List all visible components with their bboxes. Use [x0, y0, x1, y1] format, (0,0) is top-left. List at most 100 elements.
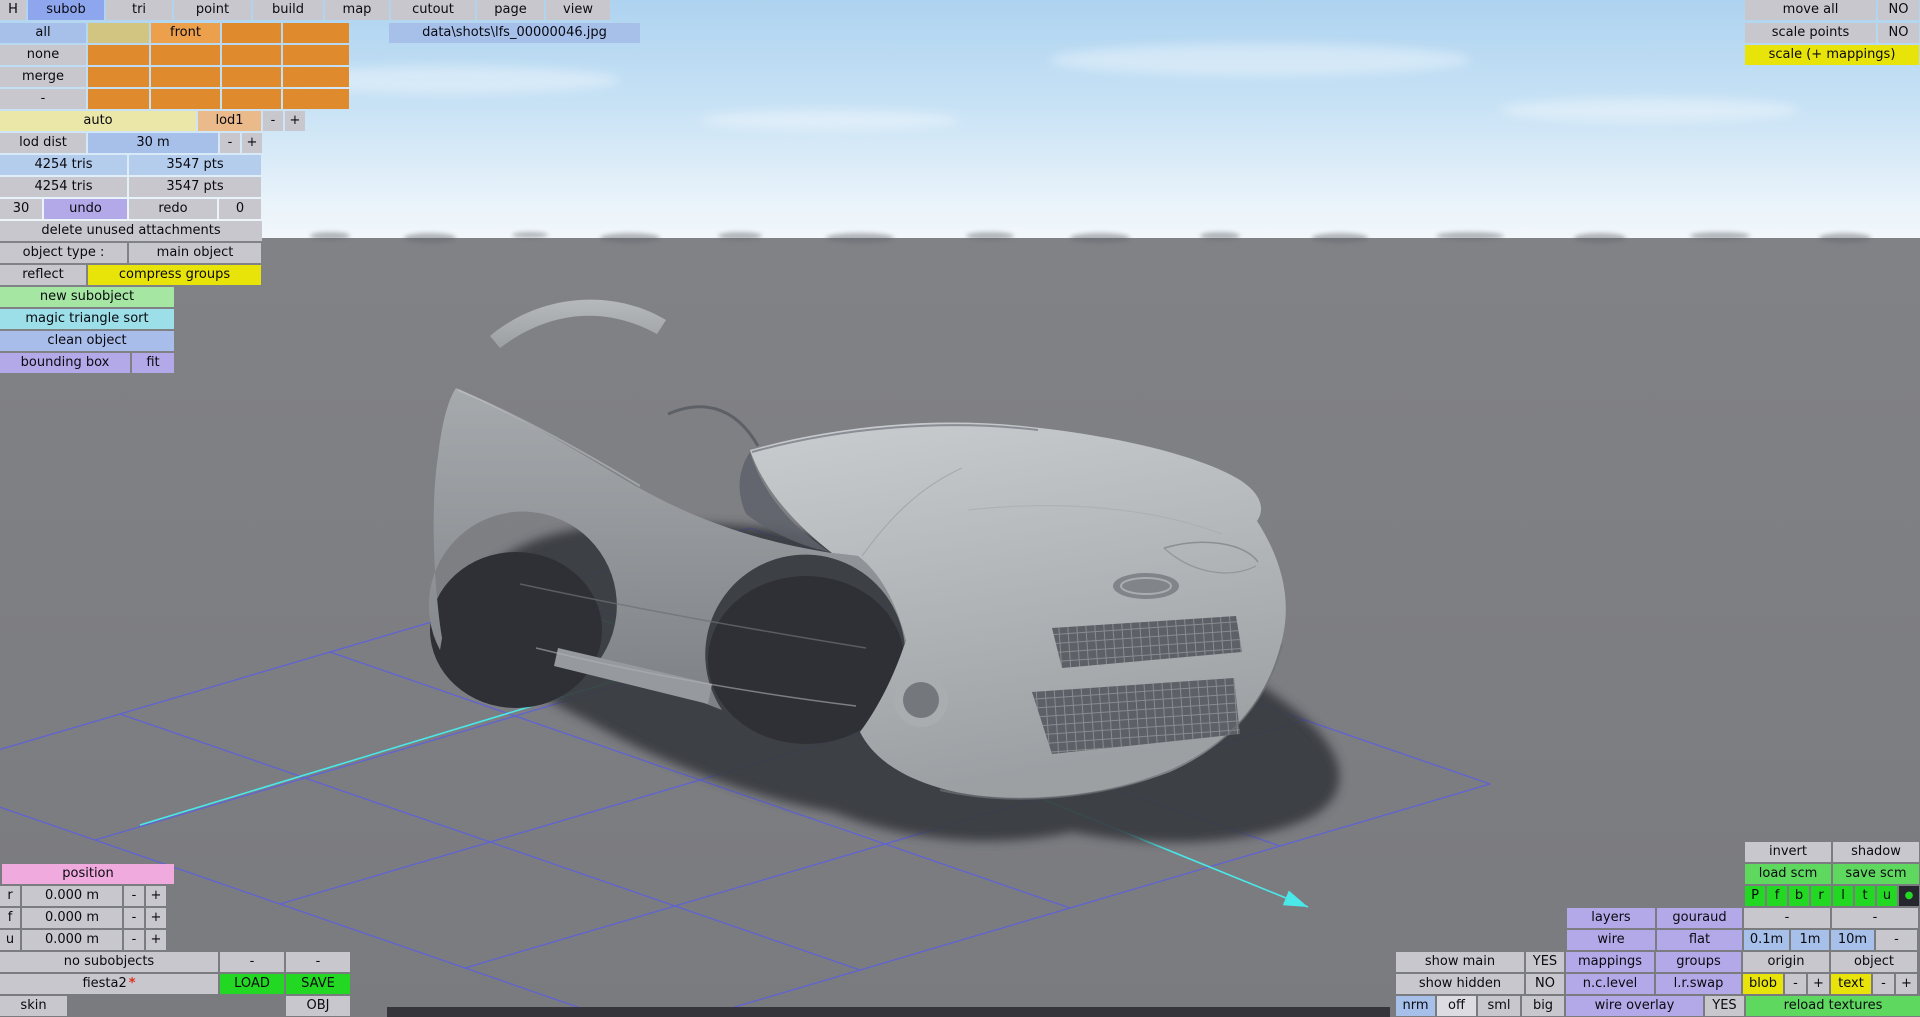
axis-u-minus-button[interactable]: -	[124, 930, 144, 950]
view-front-button[interactable]: f	[1767, 886, 1787, 906]
move-all-value[interactable]: NO	[1878, 0, 1919, 20]
lod-minus-button[interactable]: -	[263, 111, 283, 131]
scale-mappings-button[interactable]: scale (+ mappings)	[1745, 45, 1919, 65]
object-button[interactable]: object	[1831, 952, 1917, 972]
axis-u-plus-button[interactable]: +	[146, 930, 166, 950]
select-none-button[interactable]: none	[0, 45, 86, 65]
view-perspective-button[interactable]: P	[1745, 886, 1765, 906]
move-all-button[interactable]: move all	[1745, 0, 1876, 20]
obj-export-button[interactable]: OBJ	[286, 996, 350, 1016]
view-under-button[interactable]: u	[1877, 886, 1897, 906]
tab-build[interactable]: build	[253, 0, 323, 20]
tab-tri[interactable]: tri	[106, 0, 172, 20]
text-button[interactable]: text	[1831, 974, 1871, 994]
selection-grid-cell[interactable]	[151, 67, 220, 87]
select-all-button[interactable]: all	[0, 23, 86, 43]
blob-minus-button[interactable]: -	[1785, 974, 1806, 994]
tab-view[interactable]: view	[546, 0, 610, 20]
lod-dist-minus-button[interactable]: -	[220, 133, 240, 153]
view-back-button[interactable]: b	[1789, 886, 1809, 906]
redo-button[interactable]: redo	[129, 199, 217, 219]
axis-r-minus-button[interactable]: -	[124, 886, 144, 906]
clean-object-button[interactable]: clean object	[0, 331, 174, 351]
selection-grid-cell[interactable]	[88, 89, 149, 109]
axis-f-plus-button[interactable]: +	[146, 908, 166, 928]
nrm-sml-button[interactable]: sml	[1478, 996, 1520, 1016]
subobject-dash-button[interactable]: -	[220, 952, 284, 972]
nrm-big-button[interactable]: big	[1522, 996, 1564, 1016]
merge-button[interactable]: merge	[0, 67, 86, 87]
invert-button[interactable]: invert	[1745, 842, 1831, 862]
selection-grid-cell[interactable]	[88, 23, 149, 43]
lod1-button[interactable]: lod1	[198, 111, 261, 131]
load-scm-button[interactable]: load scm	[1745, 864, 1831, 884]
grid-01m-button[interactable]: 0.1m	[1744, 930, 1789, 950]
flat-button[interactable]: flat	[1657, 930, 1742, 950]
axis-r-plus-button[interactable]: +	[146, 886, 166, 906]
wire-overlay-button[interactable]: wire overlay	[1566, 996, 1703, 1016]
load-button[interactable]: LOAD	[220, 974, 284, 994]
tab-subob[interactable]: subob	[28, 0, 104, 20]
selection-grid-cell[interactable]	[222, 45, 281, 65]
nrm-button[interactable]: nrm	[1396, 996, 1435, 1016]
lod-plus-button[interactable]: +	[285, 111, 305, 131]
show-main-button[interactable]: show main	[1396, 952, 1524, 972]
selection-grid-cell[interactable]	[222, 67, 281, 87]
text-plus-button[interactable]: +	[1896, 974, 1917, 994]
save-scm-button[interactable]: save scm	[1833, 864, 1919, 884]
show-main-value[interactable]: YES	[1526, 952, 1564, 972]
selection-grid-cell[interactable]	[283, 45, 349, 65]
selection-grid-cell[interactable]	[283, 89, 349, 109]
fit-button[interactable]: fit	[132, 353, 174, 373]
scale-points-button[interactable]: scale points	[1745, 23, 1876, 43]
subobject-dash-button[interactable]: -	[286, 952, 350, 972]
reload-textures-button[interactable]: reload textures	[1746, 996, 1920, 1016]
view-top-button[interactable]: t	[1855, 886, 1875, 906]
nrm-off-button[interactable]: off	[1437, 996, 1476, 1016]
new-subobject-button[interactable]: new subobject	[0, 287, 174, 307]
magic-triangle-sort-button[interactable]: magic triangle sort	[0, 309, 174, 329]
save-button[interactable]: SAVE	[286, 974, 350, 994]
blob-plus-button[interactable]: +	[1808, 974, 1829, 994]
undo-button[interactable]: undo	[44, 199, 127, 219]
mappings-button[interactable]: mappings	[1566, 952, 1654, 972]
axis-u-value[interactable]: 0.000 m	[22, 930, 122, 950]
bounding-box-button[interactable]: bounding box	[0, 353, 130, 373]
compress-groups-button[interactable]: compress groups	[88, 265, 261, 285]
axis-f-value[interactable]: 0.000 m	[22, 908, 122, 928]
nc-level-button[interactable]: n.c.level	[1566, 974, 1654, 994]
reflect-button[interactable]: reflect	[0, 265, 86, 285]
origin-button[interactable]: origin	[1743, 952, 1829, 972]
tab-page[interactable]: page	[477, 0, 544, 20]
dash-button[interactable]: -	[1832, 908, 1918, 928]
axis-f-minus-button[interactable]: -	[124, 908, 144, 928]
lod-dist-value[interactable]: 30 m	[88, 133, 218, 153]
view-dot-button[interactable]: ●	[1899, 886, 1919, 906]
dash-button[interactable]: -	[1744, 908, 1830, 928]
show-hidden-button[interactable]: show hidden	[1396, 974, 1524, 994]
view-right-button[interactable]: r	[1811, 886, 1831, 906]
text-minus-button[interactable]: -	[1873, 974, 1894, 994]
skin-button[interactable]: skin	[0, 996, 67, 1016]
view-left-button[interactable]: l	[1833, 886, 1853, 906]
tab-map[interactable]: map	[325, 0, 389, 20]
tab-cutout[interactable]: cutout	[391, 0, 475, 20]
selection-grid-cell[interactable]	[88, 45, 149, 65]
selection-grid-cell[interactable]	[283, 67, 349, 87]
lr-swap-button[interactable]: l.r.swap	[1656, 974, 1741, 994]
groups-button[interactable]: groups	[1656, 952, 1741, 972]
tab-h[interactable]: H	[0, 0, 26, 20]
model-name[interactable]: fiesta2 *	[0, 974, 218, 994]
wire-button[interactable]: wire	[1567, 930, 1655, 950]
wire-overlay-value[interactable]: YES	[1705, 996, 1744, 1016]
axis-r-value[interactable]: 0.000 m	[22, 886, 122, 906]
selection-grid-cell[interactable]	[222, 23, 281, 43]
shadow-button[interactable]: shadow	[1833, 842, 1919, 862]
delete-unused-attachments-button[interactable]: delete unused attachments	[0, 221, 262, 241]
grid-1m-button[interactable]: 1m	[1791, 930, 1829, 950]
viewport-3d[interactable]	[0, 0, 1920, 1017]
tab-point[interactable]: point	[174, 0, 251, 20]
selection-grid-front[interactable]: front	[151, 23, 220, 43]
selection-grid-cell[interactable]	[283, 23, 349, 43]
background-image-label[interactable]: data\shots\lfs_00000046.jpg	[389, 23, 640, 43]
